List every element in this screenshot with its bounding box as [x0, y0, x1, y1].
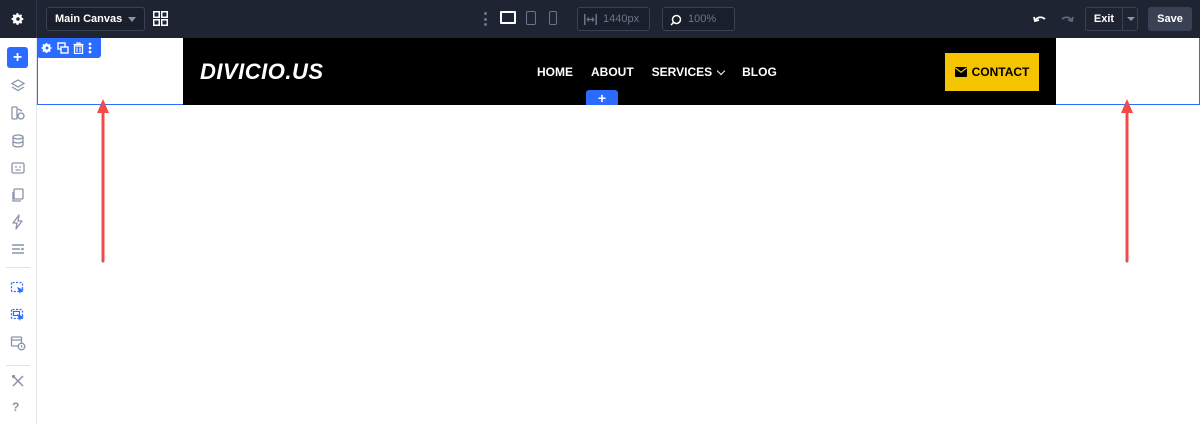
contact-button-label: CONTACT — [971, 65, 1030, 79]
envelope-icon — [954, 67, 967, 77]
more-options-icon[interactable] — [483, 12, 487, 26]
duplicate-icon[interactable] — [57, 42, 69, 54]
chevron-down-icon — [128, 17, 136, 22]
database-icon[interactable] — [10, 133, 26, 149]
site-header[interactable]: DIVICIO.US HOME ABOUT SERVICES BLOG CONT… — [183, 38, 1056, 105]
design-library-icon[interactable] — [10, 105, 26, 121]
settings-list-icon[interactable] — [10, 241, 26, 257]
top-toolbar: Main Canvas 1440px 100% Exit Save — [0, 0, 1200, 38]
phone-view-icon[interactable] — [549, 11, 557, 25]
pages-icon[interactable] — [10, 187, 26, 203]
main-nav: HOME ABOUT SERVICES BLOG — [537, 65, 777, 79]
exit-button[interactable]: Exit — [1085, 7, 1122, 31]
grid-icon[interactable] — [153, 11, 168, 26]
zoom-field[interactable]: 100% — [662, 7, 735, 31]
lightning-icon[interactable] — [10, 214, 26, 230]
contact-button[interactable]: CONTACT — [945, 53, 1039, 91]
save-button[interactable]: Save — [1148, 7, 1192, 31]
canvas-select-label: Main Canvas — [55, 13, 123, 25]
exit-dropdown-chevron-icon[interactable] — [1122, 7, 1138, 31]
chevron-down-icon — [716, 66, 726, 76]
section-toolbar — [37, 38, 101, 58]
redo-icon[interactable] — [1060, 12, 1074, 26]
desktop-view-icon[interactable] — [500, 11, 516, 24]
section-settings-gear-icon[interactable] — [41, 42, 53, 54]
width-resize-icon — [584, 14, 597, 25]
multi-select-icon[interactable] — [10, 308, 26, 324]
settings-gear-icon[interactable] — [0, 0, 37, 38]
history-icon[interactable] — [10, 335, 26, 351]
site-logo[interactable]: DIVICIO.US — [200, 61, 324, 83]
nav-item-blog[interactable]: BLOG — [742, 65, 777, 79]
annotation-arrow-up-icon — [1121, 99, 1133, 263]
section-more-icon[interactable] — [88, 42, 92, 54]
left-sidebar: + ? — [0, 38, 37, 424]
sidebar-divider — [6, 365, 30, 366]
nav-item-about[interactable]: ABOUT — [591, 65, 634, 79]
nav-item-home[interactable]: HOME — [537, 65, 573, 79]
help-icon[interactable]: ? — [12, 400, 19, 414]
zoom-icon — [670, 14, 682, 26]
presets-icon[interactable] — [10, 160, 26, 176]
canvas-select[interactable]: Main Canvas — [46, 7, 145, 31]
canvas-width-value: 1440px — [603, 13, 640, 25]
tablet-view-icon[interactable] — [526, 11, 536, 25]
annotation-arrow-up-icon — [97, 99, 109, 263]
nav-item-services[interactable]: SERVICES — [651, 65, 726, 79]
select-element-icon[interactable] — [10, 281, 26, 297]
zoom-value: 100% — [688, 13, 717, 25]
layers-icon[interactable] — [10, 78, 26, 94]
canvas-width-field[interactable]: 1440px — [577, 7, 650, 31]
nav-item-services-label: SERVICES — [651, 65, 713, 79]
trash-icon[interactable] — [73, 42, 84, 54]
add-element-button[interactable]: + — [7, 47, 28, 68]
add-row-button[interactable]: + — [586, 90, 618, 105]
sidebar-divider — [6, 267, 30, 268]
tools-icon[interactable] — [10, 373, 26, 389]
undo-icon[interactable] — [1033, 12, 1047, 26]
